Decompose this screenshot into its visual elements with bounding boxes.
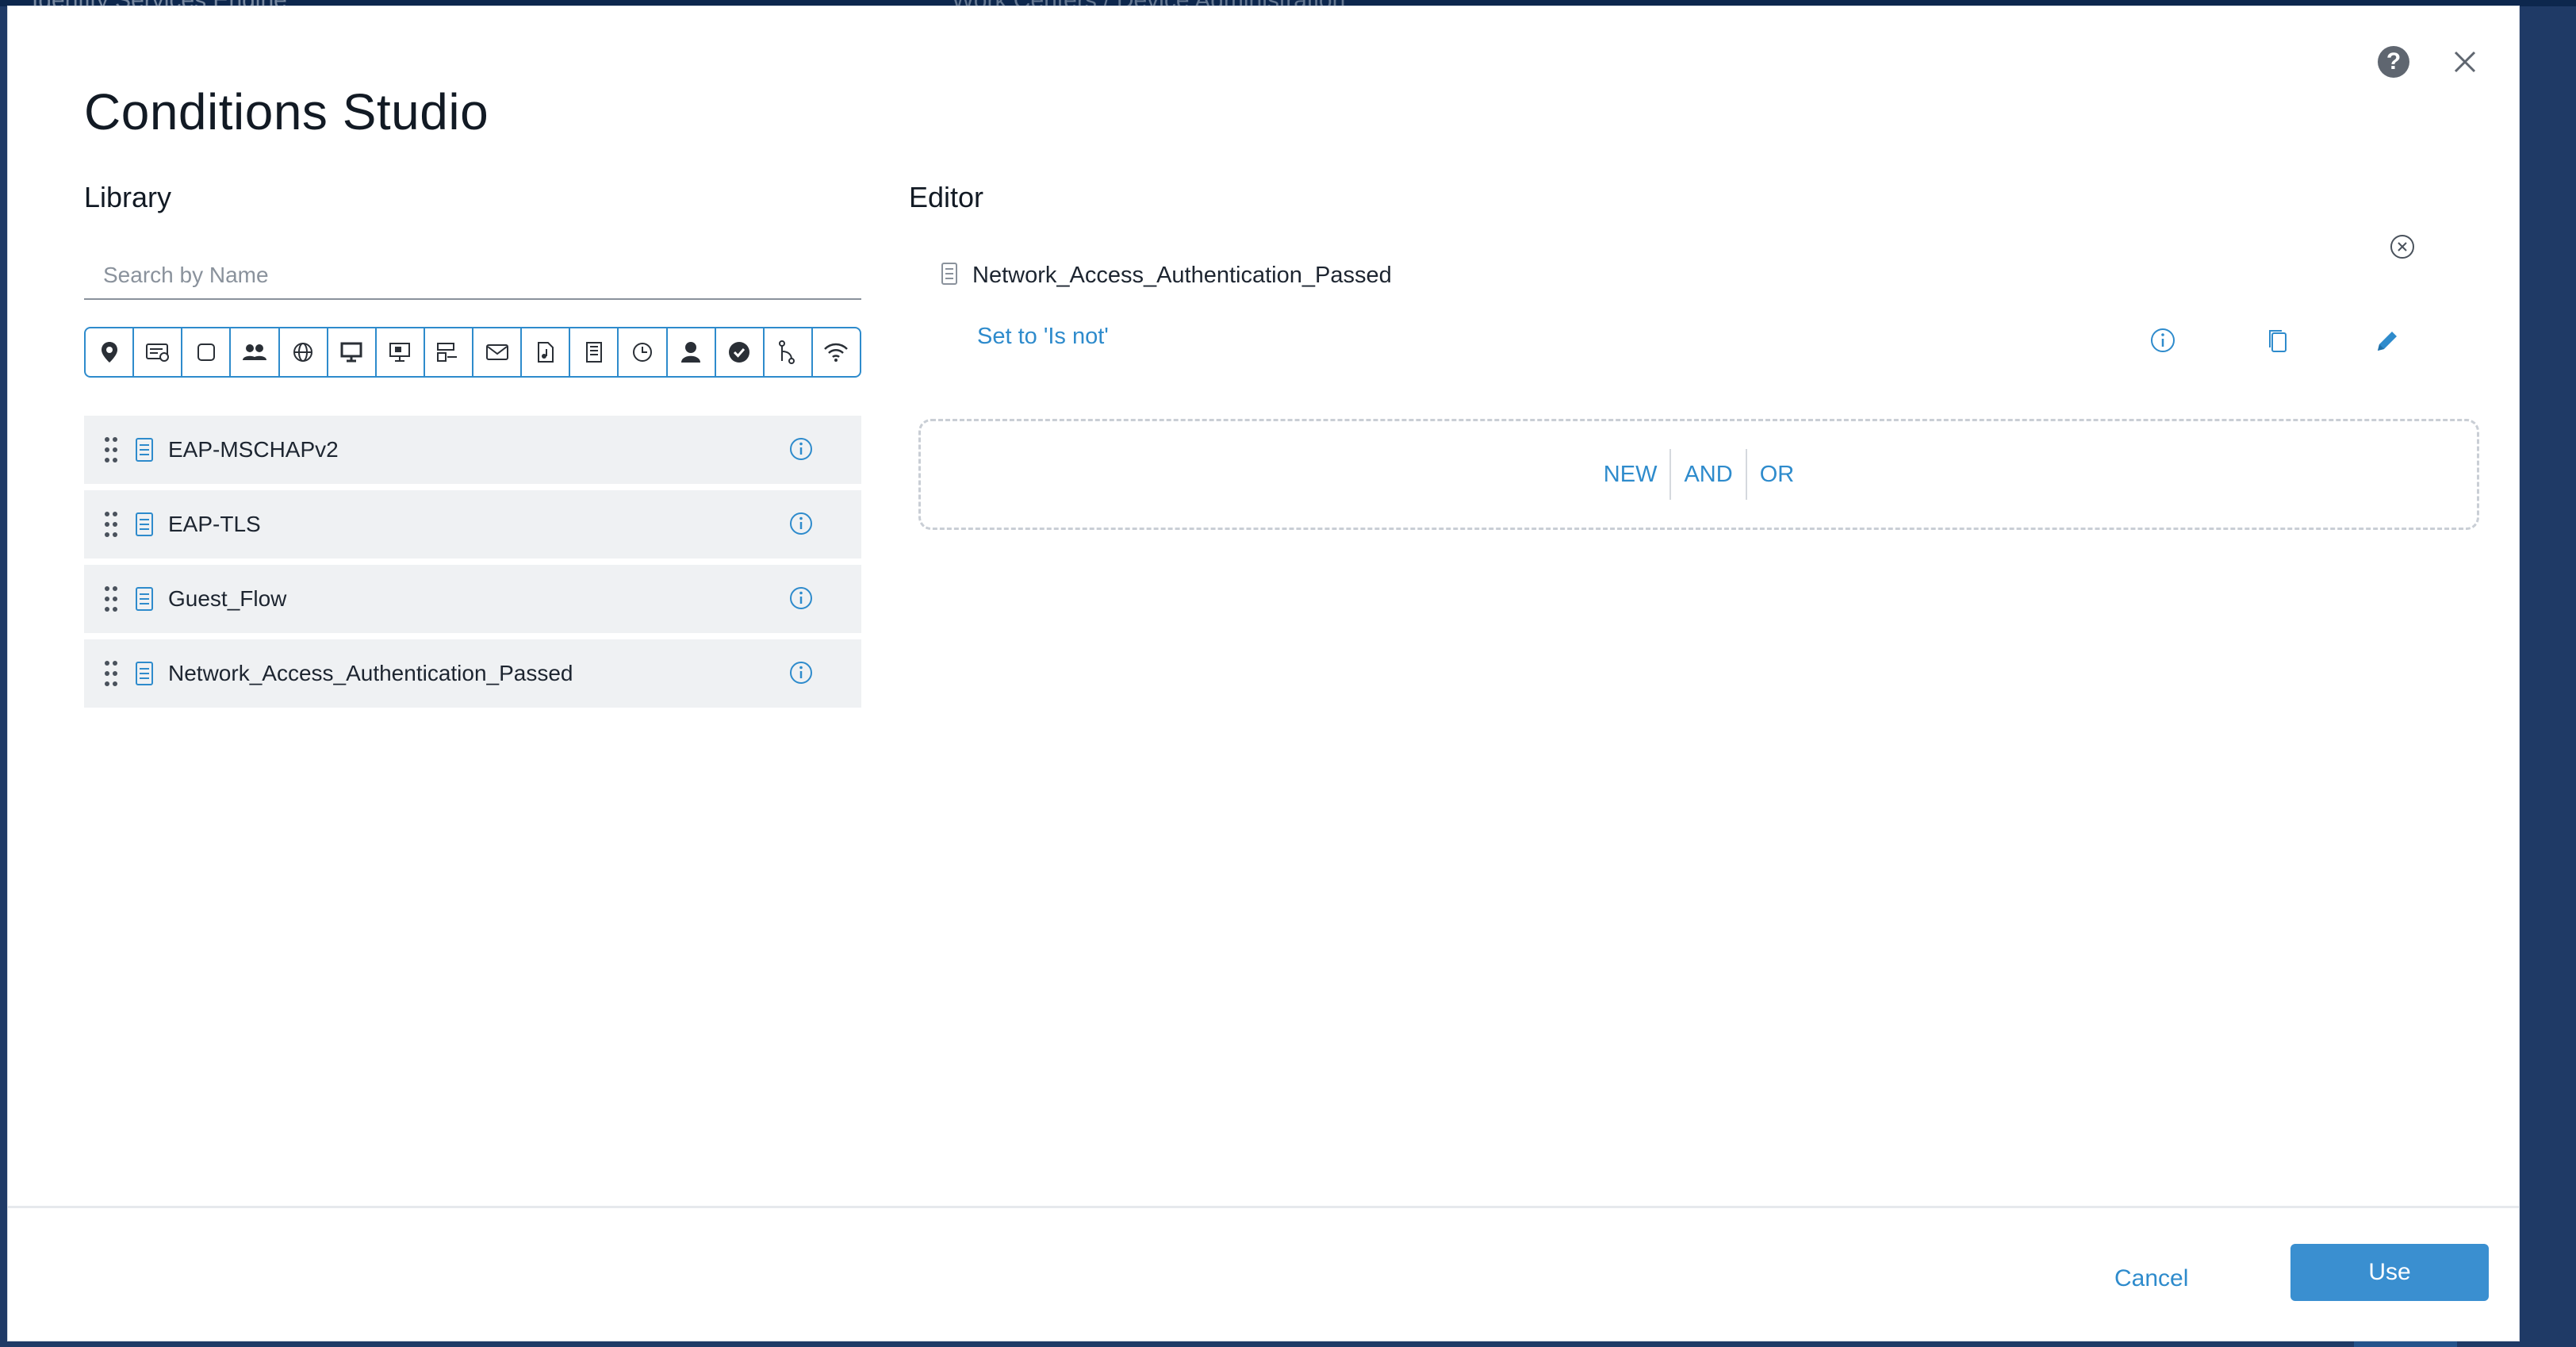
info-icon[interactable] (788, 511, 814, 540)
document-icon (135, 437, 154, 462)
modal-title: Conditions Studio (84, 83, 489, 140)
drag-handle-icon[interactable] (103, 585, 119, 612)
library-item-label: Guest_Flow (168, 586, 287, 611)
location-icon[interactable] (86, 328, 135, 376)
library-item[interactable]: Network_Access_Authentication_Passed (84, 639, 861, 708)
and-button[interactable]: AND (1671, 449, 1745, 500)
library-item-label: Network_Access_Authentication_Passed (168, 661, 573, 685)
edit-pencil-icon[interactable] (2373, 327, 2402, 359)
library-item-label: EAP-TLS (168, 512, 261, 536)
users-icon[interactable] (231, 328, 280, 376)
new-button[interactable]: NEW (1591, 449, 1670, 500)
condition-drop-zone[interactable]: NEW AND OR (918, 419, 2479, 530)
person-icon[interactable] (668, 328, 716, 376)
building-icon[interactable] (570, 328, 619, 376)
clock-icon[interactable] (619, 328, 668, 376)
monitor-icon[interactable] (328, 328, 377, 376)
document-icon (135, 512, 154, 537)
or-button[interactable]: OR (1747, 449, 1807, 500)
drag-handle-icon[interactable] (103, 660, 119, 687)
document-icon (941, 262, 958, 290)
set-to-is-not-link[interactable]: Set to 'Is not' (977, 324, 1109, 350)
editor-condition-name: Network_Access_Authentication_Passed (972, 263, 1392, 288)
library-item-label: EAP-MSCHAPv2 (168, 437, 339, 462)
square-icon[interactable] (182, 328, 232, 376)
drag-handle-icon[interactable] (103, 436, 119, 463)
library-item[interactable]: Guest_Flow (84, 565, 861, 633)
globe-icon[interactable] (280, 328, 328, 376)
drag-handle-icon[interactable] (103, 511, 119, 538)
info-icon[interactable] (788, 436, 814, 466)
cancel-button[interactable]: Cancel (2110, 1264, 2193, 1293)
mail-icon[interactable] (473, 328, 523, 376)
info-icon[interactable] (2149, 327, 2176, 358)
library-label: Library (84, 181, 172, 213)
wifi-icon[interactable] (813, 328, 860, 376)
editor-label: Editor (909, 181, 984, 213)
library-filter-icon-bar (84, 327, 861, 378)
desktop-icon[interactable] (377, 328, 425, 376)
doc-audio-icon[interactable] (522, 328, 571, 376)
library-item[interactable]: EAP-TLS (84, 490, 861, 558)
check-circle-icon[interactable] (716, 328, 765, 376)
info-icon[interactable] (788, 660, 814, 689)
library-item[interactable]: EAP-MSCHAPv2 (84, 416, 861, 484)
clear-editor-icon[interactable] (2389, 233, 2416, 264)
info-icon[interactable] (788, 585, 814, 615)
close-icon[interactable] (2446, 43, 2484, 81)
network-device-icon[interactable] (425, 328, 473, 376)
id-card-icon[interactable] (134, 328, 183, 376)
library-search-input[interactable] (84, 252, 861, 300)
footer-divider (8, 1206, 2519, 1208)
conditions-studio-modal: Conditions Studio ? Library Editor Searc… (8, 6, 2519, 1341)
flow-icon[interactable] (765, 328, 813, 376)
help-icon[interactable]: ? (2378, 46, 2409, 78)
document-icon (135, 661, 154, 686)
document-icon (135, 586, 154, 612)
library-list: EAP-MSCHAPv2 EAP-TLS Guest_Flow Network_… (84, 416, 861, 714)
duplicate-icon[interactable] (2267, 328, 2289, 358)
use-button[interactable]: Use (2290, 1244, 2489, 1301)
editor-condition-row: Network_Access_Authentication_Passed (941, 262, 1392, 290)
